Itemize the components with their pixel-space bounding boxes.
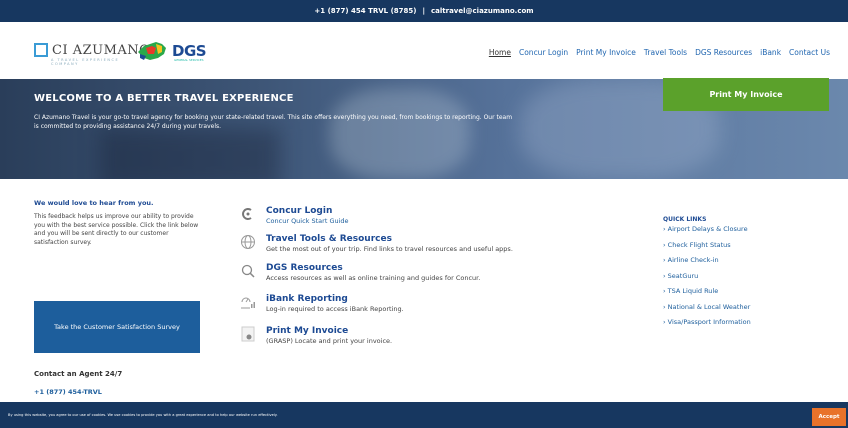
feedback-body: This feedback helps us improve our abili… [34,213,199,246]
nav-print-my-invoice[interactable]: Print My Invoice [576,48,636,57]
invoice-document-icon [240,326,256,342]
top-phone[interactable]: +1 (877) 454 TRVL (8785) [314,7,416,15]
resource-description[interactable]: Concur Quick Start Guide [266,217,349,225]
quick-link[interactable]: › National & Local Weather [663,303,751,319]
quick-link[interactable]: › Airline Check-in [663,256,751,272]
nav-travel-tools[interactable]: Travel Tools [644,48,687,57]
hero-background-blur [330,89,470,179]
hero-description: CI Azumano Travel is your go-to travel a… [34,114,513,130]
feedback-section: We would love to hear from you. This fee… [34,199,234,247]
globe-icon [240,234,256,250]
contact-agent-title: Contact an Agent 24/7 [34,370,123,378]
survey-button[interactable]: Take the Customer Satisfaction Survey [34,301,200,353]
dgs-logo-subtitle: GENERAL SERVICES [174,58,204,62]
resource-description: Access resources as well as online train… [266,274,481,282]
top-contact-bar: +1 (877) 454 TRVL (8785) | caltravel@cia… [0,0,848,22]
resource-print-invoice: Print My Invoice (GRASP) Locate and prin… [240,326,392,345]
hero-background-shadow [100,129,280,179]
quick-link[interactable]: › Check Flight Status [663,241,751,257]
california-bear-icon [138,42,166,60]
feedback-heading: We would love to hear from you. [34,199,154,207]
nav-ibank[interactable]: iBank [760,48,781,57]
resource-title[interactable]: Concur Login [266,206,349,217]
resource-title[interactable]: Travel Tools & Resources [266,234,513,245]
nav-concur-login[interactable]: Concur Login [519,48,568,57]
nav-home[interactable]: Home [489,48,511,57]
resource-title[interactable]: Print My Invoice [266,326,392,337]
quick-link[interactable]: › SeatGuru [663,272,751,288]
print-my-invoice-button[interactable]: Print My Invoice [663,78,829,111]
concur-logo-icon [240,206,256,222]
quick-link[interactable]: › TSA Liquid Rule [663,287,751,303]
ci-azumano-logo[interactable]: CI AZUMANO [34,43,150,57]
quick-link[interactable]: › Visa/Passport Information [663,318,751,334]
quick-links-list: › Airport Delays & Closure › Check Fligh… [663,225,751,334]
resource-dgs: DGS Resources Access resources as well a… [240,263,480,282]
logo-square-icon [34,43,48,57]
resource-concur-login: Concur Login Concur Quick Start Guide [240,206,349,225]
top-separator: | [422,7,426,15]
nav-dgs-resources[interactable]: DGS Resources [695,48,752,57]
cookie-banner: By using this website, you agree to our … [0,402,848,428]
quick-link[interactable]: › Airport Delays & Closure [663,225,751,241]
contact-agent-phone[interactable]: +1 (877) 454-TRVL [34,388,102,396]
top-email[interactable]: caltravel@ciazumano.com [431,7,534,15]
resource-title[interactable]: iBank Reporting [266,294,404,305]
resource-travel-tools: Travel Tools & Resources Get the most ou… [240,234,513,253]
quick-links: QUICK LINKS › Airport Delays & Closure ›… [663,216,751,334]
ci-logo-subtitle: A TRAVEL EXPERIENCE COMPANY [51,58,120,66]
resource-description: (GRASP) Locate and print your invoice. [266,337,393,345]
main-nav: Home Concur Login Print My Invoice Trave… [489,48,830,57]
hero-title: WELCOME TO A BETTER TRAVEL EXPERIENCE [34,93,294,104]
report-dashboard-icon [240,294,256,310]
nav-contact-us[interactable]: Contact Us [789,48,830,57]
resource-description: Get the most out of your trip. Find link… [266,245,513,253]
cookie-text: By using this website, you agree to our … [8,413,278,417]
resource-ibank: iBank Reporting Log-in required to acces… [240,294,404,313]
resource-title[interactable]: DGS Resources [266,263,480,274]
resource-description: Log-in required to access iBank Reportin… [266,305,404,313]
accept-cookies-button[interactable]: Accept [812,408,846,426]
search-icon [240,263,256,279]
quick-links-heading: QUICK LINKS [663,216,707,223]
